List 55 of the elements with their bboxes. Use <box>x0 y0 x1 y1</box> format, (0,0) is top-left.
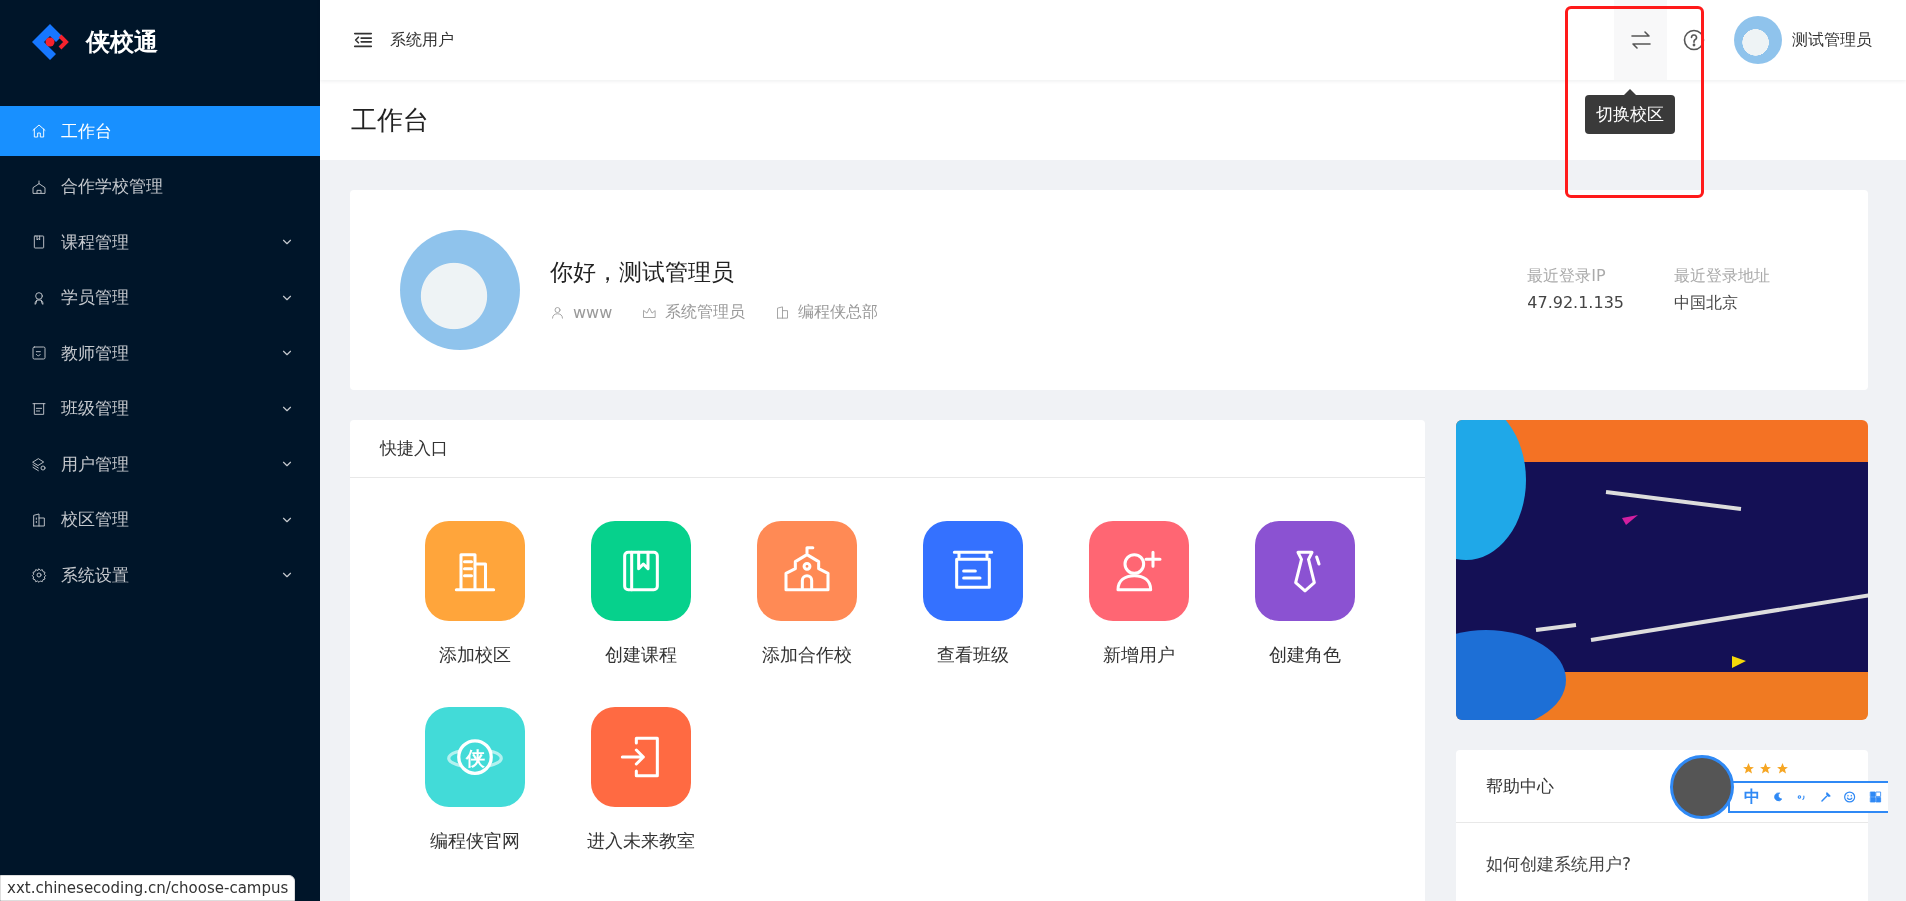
quick-entry[interactable]: 添加校区 <box>392 521 558 667</box>
logo-text: 侠校通 <box>86 27 158 58</box>
banner-image[interactable] <box>1456 420 1868 720</box>
star-icon <box>1742 761 1755 775</box>
quick-entry[interactable]: 进入未来教室 <box>558 707 724 853</box>
card-title: 快捷入口 <box>380 437 448 460</box>
breadcrumb: 系统用户 <box>390 29 455 51</box>
sidebar-item[interactable]: 合作学校管理 <box>0 161 320 212</box>
student-icon <box>31 289 47 306</box>
star-icon <box>1776 761 1789 775</box>
quick-entry[interactable]: 侠 编程侠官网 <box>392 707 558 853</box>
quick-entry[interactable]: 添加合作校 <box>724 521 890 667</box>
page-title: 工作台 <box>351 103 429 137</box>
sidebar-item[interactable]: 学员管理 <box>0 272 320 323</box>
greeting: 你好，测试管理员 <box>550 258 735 287</box>
sidebar-item[interactable]: 课程管理 <box>0 217 320 267</box>
stat-label: 最近登录IP <box>1527 266 1607 287</box>
building-icon <box>775 305 791 320</box>
crown-icon <box>642 305 658 320</box>
board-icon <box>31 400 47 417</box>
stat-label: 最近登录地址 <box>1674 266 1770 287</box>
book-icon <box>31 234 47 250</box>
user-name[interactable]: 测试管理员 <box>1792 29 1872 51</box>
quick-entry[interactable]: 查看班级 <box>890 521 1056 667</box>
tooltip: 切换校区 <box>1585 95 1675 134</box>
card-title: 帮助中心 <box>1486 774 1554 798</box>
user-icon <box>550 305 565 320</box>
layers-icon <box>31 456 47 472</box>
settings-icon <box>31 567 47 583</box>
help-link[interactable]: 如何创建系统用户? <box>1486 854 1632 874</box>
sidebar-item[interactable]: 校区管理 <box>0 494 320 545</box>
moon-icon <box>1772 789 1784 805</box>
smiley-icon <box>1843 788 1857 806</box>
sidebar-item[interactable]: 用户管理 <box>0 439 320 489</box>
profile-meta: www <box>573 303 613 322</box>
quick-entry[interactable]: 创建课程 <box>558 521 724 667</box>
switch-campus-button[interactable] <box>1614 0 1667 80</box>
home-icon <box>31 123 47 139</box>
grid-icon <box>1868 788 1882 806</box>
logo-icon <box>30 22 70 62</box>
school-icon <box>31 178 47 195</box>
stat-value: 中国北京 <box>1674 293 1739 314</box>
teacher-icon <box>31 345 47 361</box>
stat-value: 47.92.1.135 <box>1527 293 1624 312</box>
sidebar-item[interactable]: 系统设置 <box>0 550 320 600</box>
sidebar-item[interactable]: 教师管理 <box>0 328 320 378</box>
swap-icon <box>1628 28 1653 52</box>
profile-meta: 系统管理员 <box>665 302 746 323</box>
status-url: xxt.chinesecoding.cn/choose-campus <box>0 875 296 901</box>
sidebar-item[interactable]: 班级管理 <box>0 383 320 434</box>
building-icon <box>31 511 47 528</box>
quick-entry[interactable]: 创建角色 <box>1222 521 1388 667</box>
star-icon <box>1759 761 1772 775</box>
profile-meta: 编程侠总部 <box>798 302 879 323</box>
quick-entry[interactable]: 新增用户 <box>1056 521 1222 667</box>
